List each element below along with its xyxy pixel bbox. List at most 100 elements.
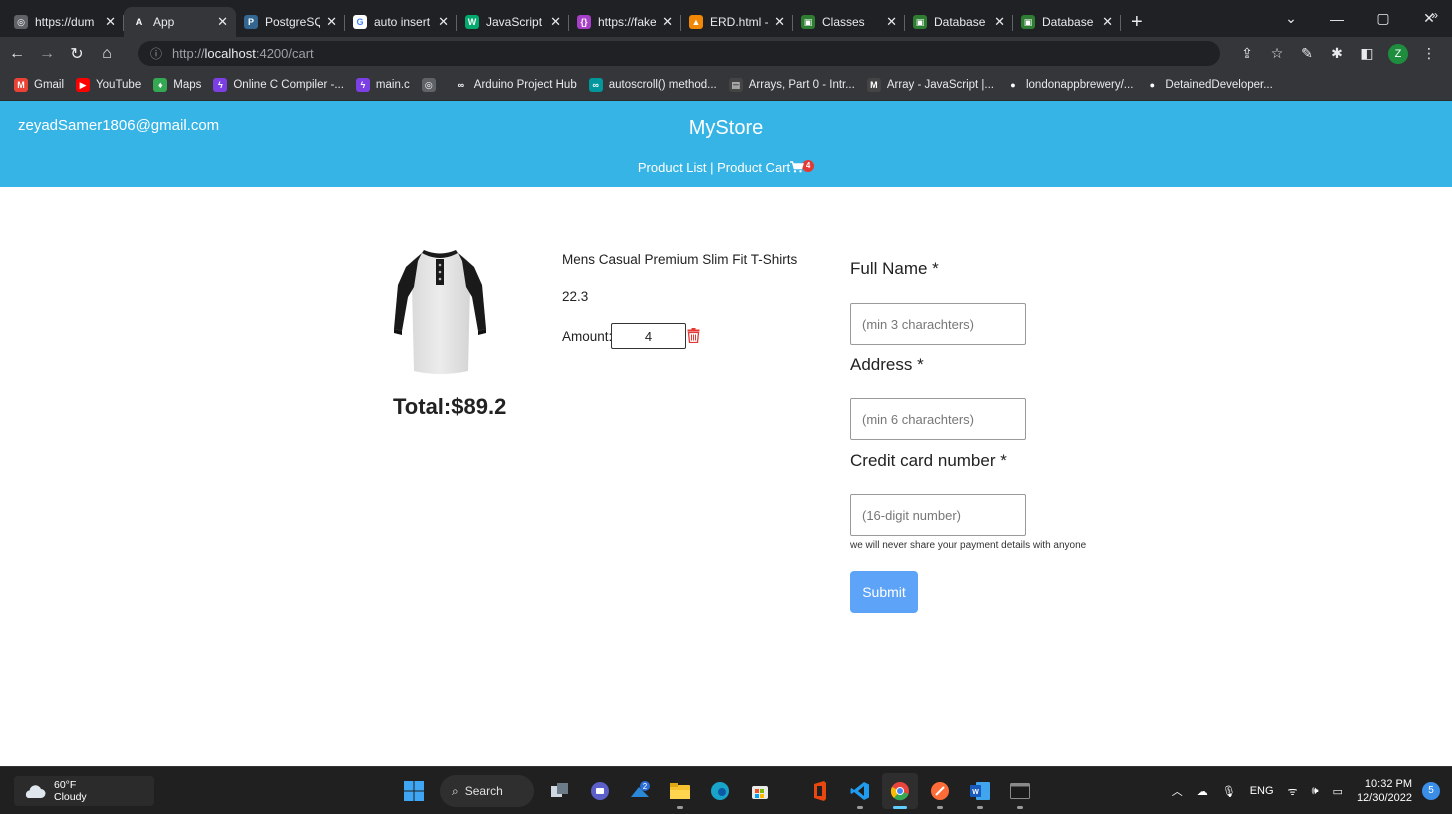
- language-indicator[interactable]: ENG: [1250, 785, 1274, 797]
- nav-product-cart-link[interactable]: Product Cart 4: [717, 160, 815, 175]
- bookmark-favicon-icon: ϟ: [355, 78, 370, 92]
- battery-icon[interactable]: ▭: [1333, 785, 1343, 798]
- url-scheme: http://: [172, 46, 205, 61]
- bookmarks-bar: M Gmail ▶ YouTube ♦ Maps ϟ Online C Compiler -.…: [0, 70, 1452, 101]
- chrome-icon[interactable]: [882, 773, 918, 809]
- browser-tab[interactable]: Gauto insert ✕: [345, 7, 457, 37]
- extension-pen-icon[interactable]: ✎: [1292, 45, 1322, 62]
- task-view-icon[interactable]: [542, 773, 578, 809]
- tab-title: App: [153, 15, 175, 29]
- minimize-button[interactable]: —: [1314, 0, 1360, 37]
- cloud-icon: [25, 785, 46, 798]
- browser-tab[interactable]: ▣ Classes ✕: [793, 7, 905, 37]
- browser-tab[interactable]: ▣ Database S ✕: [1013, 7, 1121, 37]
- tab-close-icon[interactable]: ✕: [550, 14, 561, 30]
- close-window-button[interactable]: ✕: [1406, 0, 1452, 37]
- share-icon[interactable]: ⇪: [1232, 45, 1262, 62]
- bookmark-favicon-icon: ●: [1145, 78, 1160, 92]
- tab-close-icon[interactable]: ✕: [1102, 14, 1113, 30]
- amount-label: Amount:: [562, 329, 613, 344]
- word-icon[interactable]: W: [962, 773, 998, 809]
- tab-close-icon[interactable]: ✕: [326, 14, 337, 30]
- show-hidden-icons-chevron-icon[interactable]: ︿: [1172, 783, 1183, 799]
- browser-tab[interactable]: {} https://fake ✕: [569, 7, 681, 37]
- running-indicator: [1017, 806, 1023, 809]
- address-label: Address *: [850, 355, 924, 374]
- tab-search-icon[interactable]: ⌄: [1268, 0, 1314, 37]
- store-bag-icon[interactable]: [742, 773, 778, 809]
- maximize-button[interactable]: ▢: [1360, 0, 1406, 37]
- browser-tab[interactable]: ▣ Database S ✕: [905, 7, 1013, 37]
- amount-input[interactable]: [611, 323, 686, 349]
- bookmark-item[interactable]: ∞ autoscroll() method...: [588, 78, 717, 92]
- trash-icon[interactable]: [687, 328, 700, 343]
- tab-favicon-icon: A: [132, 15, 146, 29]
- weather-widget[interactable]: 60°F Cloudy: [14, 776, 154, 806]
- postman-icon[interactable]: [922, 773, 958, 809]
- home-icon[interactable]: ⌂: [94, 45, 120, 63]
- tab-close-icon[interactable]: ✕: [774, 14, 785, 30]
- tab-close-icon[interactable]: ✕: [662, 14, 673, 30]
- teams-chat-icon[interactable]: [582, 773, 618, 809]
- full-name-input[interactable]: [850, 303, 1026, 345]
- bookmark-item[interactable]: ◎: [421, 78, 442, 92]
- bookmark-item[interactable]: ● londonappbrewery/...: [1005, 78, 1133, 92]
- microphone-icon[interactable]: 🎙: [1222, 785, 1236, 798]
- submit-button[interactable]: Submit: [850, 571, 918, 613]
- bookmark-star-icon[interactable]: ☆: [1262, 45, 1292, 62]
- start-button[interactable]: [396, 773, 432, 809]
- browser-tab[interactable]: A App ✕: [124, 7, 236, 37]
- browser-tab[interactable]: ▲ ERD.html - ✕: [681, 7, 793, 37]
- office-icon[interactable]: [802, 773, 838, 809]
- tab-close-icon[interactable]: ✕: [217, 14, 228, 30]
- tab-close-icon[interactable]: ✕: [438, 14, 449, 30]
- file-explorer-icon[interactable]: [662, 773, 698, 809]
- browser-tab[interactable]: W JavaScript ✕: [457, 7, 569, 37]
- bookmark-item[interactable]: M Array - JavaScript |...: [866, 78, 994, 92]
- site-info-icon[interactable]: ⓘ: [150, 45, 162, 62]
- nav-product-list-link[interactable]: Product List: [638, 160, 707, 175]
- tab-favicon-icon: G: [353, 15, 367, 29]
- browser-tab[interactable]: P PostgreSQL ✕: [236, 7, 345, 37]
- bookmark-favicon-icon: M: [14, 78, 28, 92]
- address-input[interactable]: [850, 398, 1026, 440]
- terminal-icon[interactable]: [1002, 773, 1038, 809]
- wifi-icon[interactable]: ᯤ: [1288, 784, 1298, 799]
- taskbar-search[interactable]: ⌕ Search: [440, 775, 534, 807]
- vscode-icon[interactable]: [842, 773, 878, 809]
- address-bar[interactable]: ⓘ http://localhost:4200/cart: [138, 41, 1220, 66]
- reload-icon[interactable]: ↻: [64, 44, 90, 64]
- onedrive-cloud-icon[interactable]: ☁: [1197, 785, 1208, 798]
- clock[interactable]: 10:32 PM 12/30/2022: [1357, 777, 1412, 805]
- microsoft-store-icon[interactable]: 2: [622, 773, 658, 809]
- bookmark-favicon-icon: ▤: [728, 78, 743, 92]
- edge-icon[interactable]: [702, 773, 738, 809]
- store-badge: 2: [643, 782, 648, 791]
- tab-close-icon[interactable]: ✕: [886, 14, 897, 30]
- profile-avatar[interactable]: Z: [1388, 43, 1408, 64]
- running-indicator: [857, 806, 863, 809]
- bookmark-item[interactable]: ▤ Arrays, Part 0 - Intr...: [728, 78, 855, 92]
- tab-close-icon[interactable]: ✕: [994, 14, 1005, 30]
- forward-icon[interactable]: →: [34, 45, 60, 63]
- tab-favicon-icon: ▣: [801, 15, 815, 29]
- credit-card-input[interactable]: [850, 494, 1026, 536]
- bookmark-item[interactable]: ● DetainedDeveloper...: [1145, 78, 1273, 92]
- tab-close-icon[interactable]: ✕: [105, 14, 116, 30]
- bookmark-item[interactable]: ∞ Arduino Project Hub: [453, 78, 577, 92]
- bookmark-item[interactable]: ϟ Online C Compiler -...: [213, 78, 344, 92]
- bookmark-item[interactable]: ϟ main.c: [355, 78, 410, 92]
- bookmark-item[interactable]: ▶ YouTube: [76, 78, 141, 92]
- volume-icon[interactable]: 🕪: [1312, 785, 1319, 798]
- browser-menu-icon[interactable]: ⋮: [1414, 45, 1444, 62]
- tab-separator: [1120, 15, 1121, 31]
- side-panel-icon[interactable]: ◧: [1352, 45, 1382, 62]
- bookmarks-overflow-button[interactable]: »: [1431, 8, 1438, 22]
- new-tab-button[interactable]: +: [1121, 7, 1153, 37]
- extensions-puzzle-icon[interactable]: ✱: [1322, 45, 1352, 62]
- back-icon[interactable]: ←: [4, 45, 30, 63]
- bookmark-item[interactable]: M Gmail: [14, 78, 64, 92]
- notification-count-badge[interactable]: 5: [1422, 782, 1440, 800]
- bookmark-item[interactable]: ♦ Maps: [153, 78, 201, 92]
- browser-tab[interactable]: ◎ https://dum ✕: [6, 7, 124, 37]
